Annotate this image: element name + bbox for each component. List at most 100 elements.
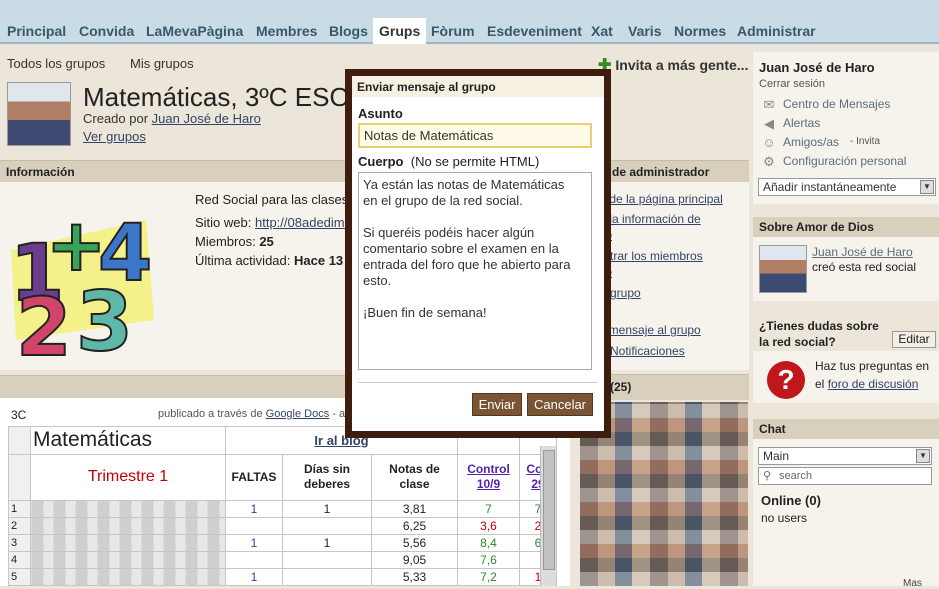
row-number: 4: [8, 551, 31, 569]
cell-notas: 6,25: [370, 517, 459, 536]
add-instant-select[interactable]: Añadir instantáneamente ▼: [758, 178, 936, 196]
row-number: 2: [8, 517, 31, 536]
cancel-button[interactable]: Cancelar: [527, 393, 593, 416]
row-number: 1: [8, 500, 31, 519]
my-groups-link[interactable]: Mis grupos: [130, 56, 194, 71]
cell-dias: 1: [282, 500, 372, 519]
term-label: Trimestre 1: [30, 453, 226, 502]
creator-avatar[interactable]: [759, 245, 807, 293]
help-text: Haz tus preguntas en el foro de discusió…: [815, 357, 937, 393]
tab-varis[interactable]: Varis: [628, 23, 661, 39]
svg-text:2: 2: [16, 281, 72, 360]
cell-notas: 5,56: [370, 534, 459, 553]
more-link[interactable]: Mas: [903, 578, 922, 589]
svg-text:3: 3: [76, 275, 133, 360]
student-name-blurred: [30, 551, 226, 569]
view-groups-label[interactable]: Ver grupos: [83, 129, 146, 144]
search-icon: ⚲: [763, 470, 772, 482]
tab-convida[interactable]: Convida: [79, 23, 134, 39]
tab-administrar[interactable]: Administrar: [737, 23, 816, 39]
col-control1[interactable]: Control 10/9: [457, 453, 521, 502]
tab-forum[interactable]: Fòrum: [431, 23, 475, 39]
about-creator-link[interactable]: Juan José de Haro: [812, 245, 913, 259]
row-number: 3: [8, 534, 31, 553]
tab-esdeveniment[interactable]: Esdeveniment: [487, 23, 582, 39]
google-docs-link[interactable]: Google Docs: [266, 408, 330, 420]
chat-box: Main ▼ ⚲ search Online (0) no users: [753, 439, 939, 586]
website-link[interactable]: http://08adedimi: [255, 215, 348, 230]
gear-icon: ⚙: [763, 154, 775, 169]
tab-lamevapagina[interactable]: LaMevaPàgina: [146, 23, 243, 39]
tab-blogs[interactable]: Blogs: [329, 23, 368, 39]
mail-icon: ✉: [763, 97, 775, 112]
cell-notas: 9,05: [370, 551, 459, 569]
send-button[interactable]: Enviar: [472, 393, 522, 416]
chat-room-select[interactable]: Main ▼: [758, 447, 932, 465]
admin-link-edit-main[interactable]: tar de la página principal: [592, 192, 723, 206]
created-by-prefix: Creado por: [83, 111, 149, 126]
col-faltas: FALTAS: [225, 453, 283, 502]
student-name-blurred: [30, 517, 226, 536]
tab-membres[interactable]: Membres: [256, 23, 317, 39]
scroll-thumb[interactable]: [543, 450, 555, 570]
cell-control1: 8,4: [457, 534, 521, 553]
alert-icon: ◀: [764, 116, 774, 131]
about-heading: Sobre Amor de Dios: [753, 217, 939, 237]
chat-search-input[interactable]: ⚲ search: [758, 467, 932, 485]
all-groups-link[interactable]: Todos los grupos: [7, 56, 105, 71]
activity-value: Hace 13: [294, 253, 344, 268]
right-sidebar: Juan José de Haro Cerrar sesión ✉ Centro…: [753, 52, 939, 586]
members-row: Miembros: 25: [195, 234, 350, 249]
logout-link[interactable]: Cerrar sesión: [759, 78, 825, 90]
chat-no-users: no users: [761, 511, 808, 525]
group-title: Matemáticas, 3ºC ESO: [83, 82, 350, 112]
user-box: Juan José de Haro Cerrar sesión ✉ Centro…: [753, 52, 939, 204]
user-name[interactable]: Juan José de Haro: [759, 60, 875, 75]
invite-link[interactable]: ✚ Invita a más gente...: [598, 55, 748, 75]
alerts-link[interactable]: Alertas: [783, 116, 820, 130]
group-creator-avatar[interactable]: [7, 82, 71, 146]
cell-faltas: [225, 517, 283, 536]
row-number: [8, 426, 31, 455]
tab-grups[interactable]: Grups: [373, 18, 427, 44]
edit-button[interactable]: Editar: [892, 331, 936, 348]
group-description: Red Social para las clases: [195, 192, 349, 207]
cell-faltas: 1: [225, 567, 283, 587]
about-creator-suffix: creó esta red social: [812, 260, 917, 274]
creator-link[interactable]: Juan José de Haro: [152, 111, 261, 126]
tab-normes[interactable]: Normes: [674, 23, 726, 39]
messages-link[interactable]: Centro de Mensajes: [783, 97, 890, 111]
body-label-row: Cuerpo (No se permite HTML): [358, 154, 539, 169]
col-notas: Notas de clase: [370, 453, 459, 502]
cell-notas: 5,33: [370, 567, 459, 587]
website-label: Sitio web:: [195, 215, 252, 230]
student-name-blurred: [30, 567, 226, 587]
student-name-blurred: [30, 534, 226, 553]
forum-link[interactable]: foro de discusión: [828, 377, 919, 391]
published-suffix: - a: [332, 408, 346, 420]
members-label: Miembros:: [195, 234, 256, 249]
cell-notas: 3,81: [370, 500, 459, 519]
settings-link[interactable]: Configuración personal: [783, 154, 906, 168]
add-instant-value: Añadir instantáneamente: [763, 180, 897, 194]
help-box: ? Haz tus preguntas en el foro de discus…: [753, 351, 939, 403]
tab-xat[interactable]: Xat: [591, 23, 613, 39]
members-count: 25: [259, 234, 274, 249]
cell-control1: 7,2: [457, 567, 521, 587]
sheet-scrollbar[interactable]: [540, 446, 556, 586]
chat-heading: Chat: [753, 419, 939, 439]
invite-small-link[interactable]: - Invita: [850, 136, 880, 147]
cell-dias: [282, 551, 372, 569]
activity-label: Última actividad:: [195, 253, 291, 268]
dialog-title: Enviar mensaje al grupo: [352, 76, 604, 97]
top-navigation: Principal Convida LaMevaPàgina Membres B…: [0, 0, 939, 44]
friends-link[interactable]: Amigos/as: [783, 135, 839, 149]
cell-dias: [282, 567, 372, 587]
subject-input[interactable]: Notas de Matemáticas: [358, 123, 592, 148]
row-number: 5: [8, 567, 31, 587]
cell-control1: 7,6: [457, 551, 521, 569]
body-textarea[interactable]: Ya están las notas de Matemáticas en el …: [358, 172, 592, 370]
view-groups-link[interactable]: Ver grupos: [83, 129, 146, 144]
friends-icon: ☺: [762, 135, 776, 150]
tab-principal[interactable]: Principal: [7, 23, 66, 39]
